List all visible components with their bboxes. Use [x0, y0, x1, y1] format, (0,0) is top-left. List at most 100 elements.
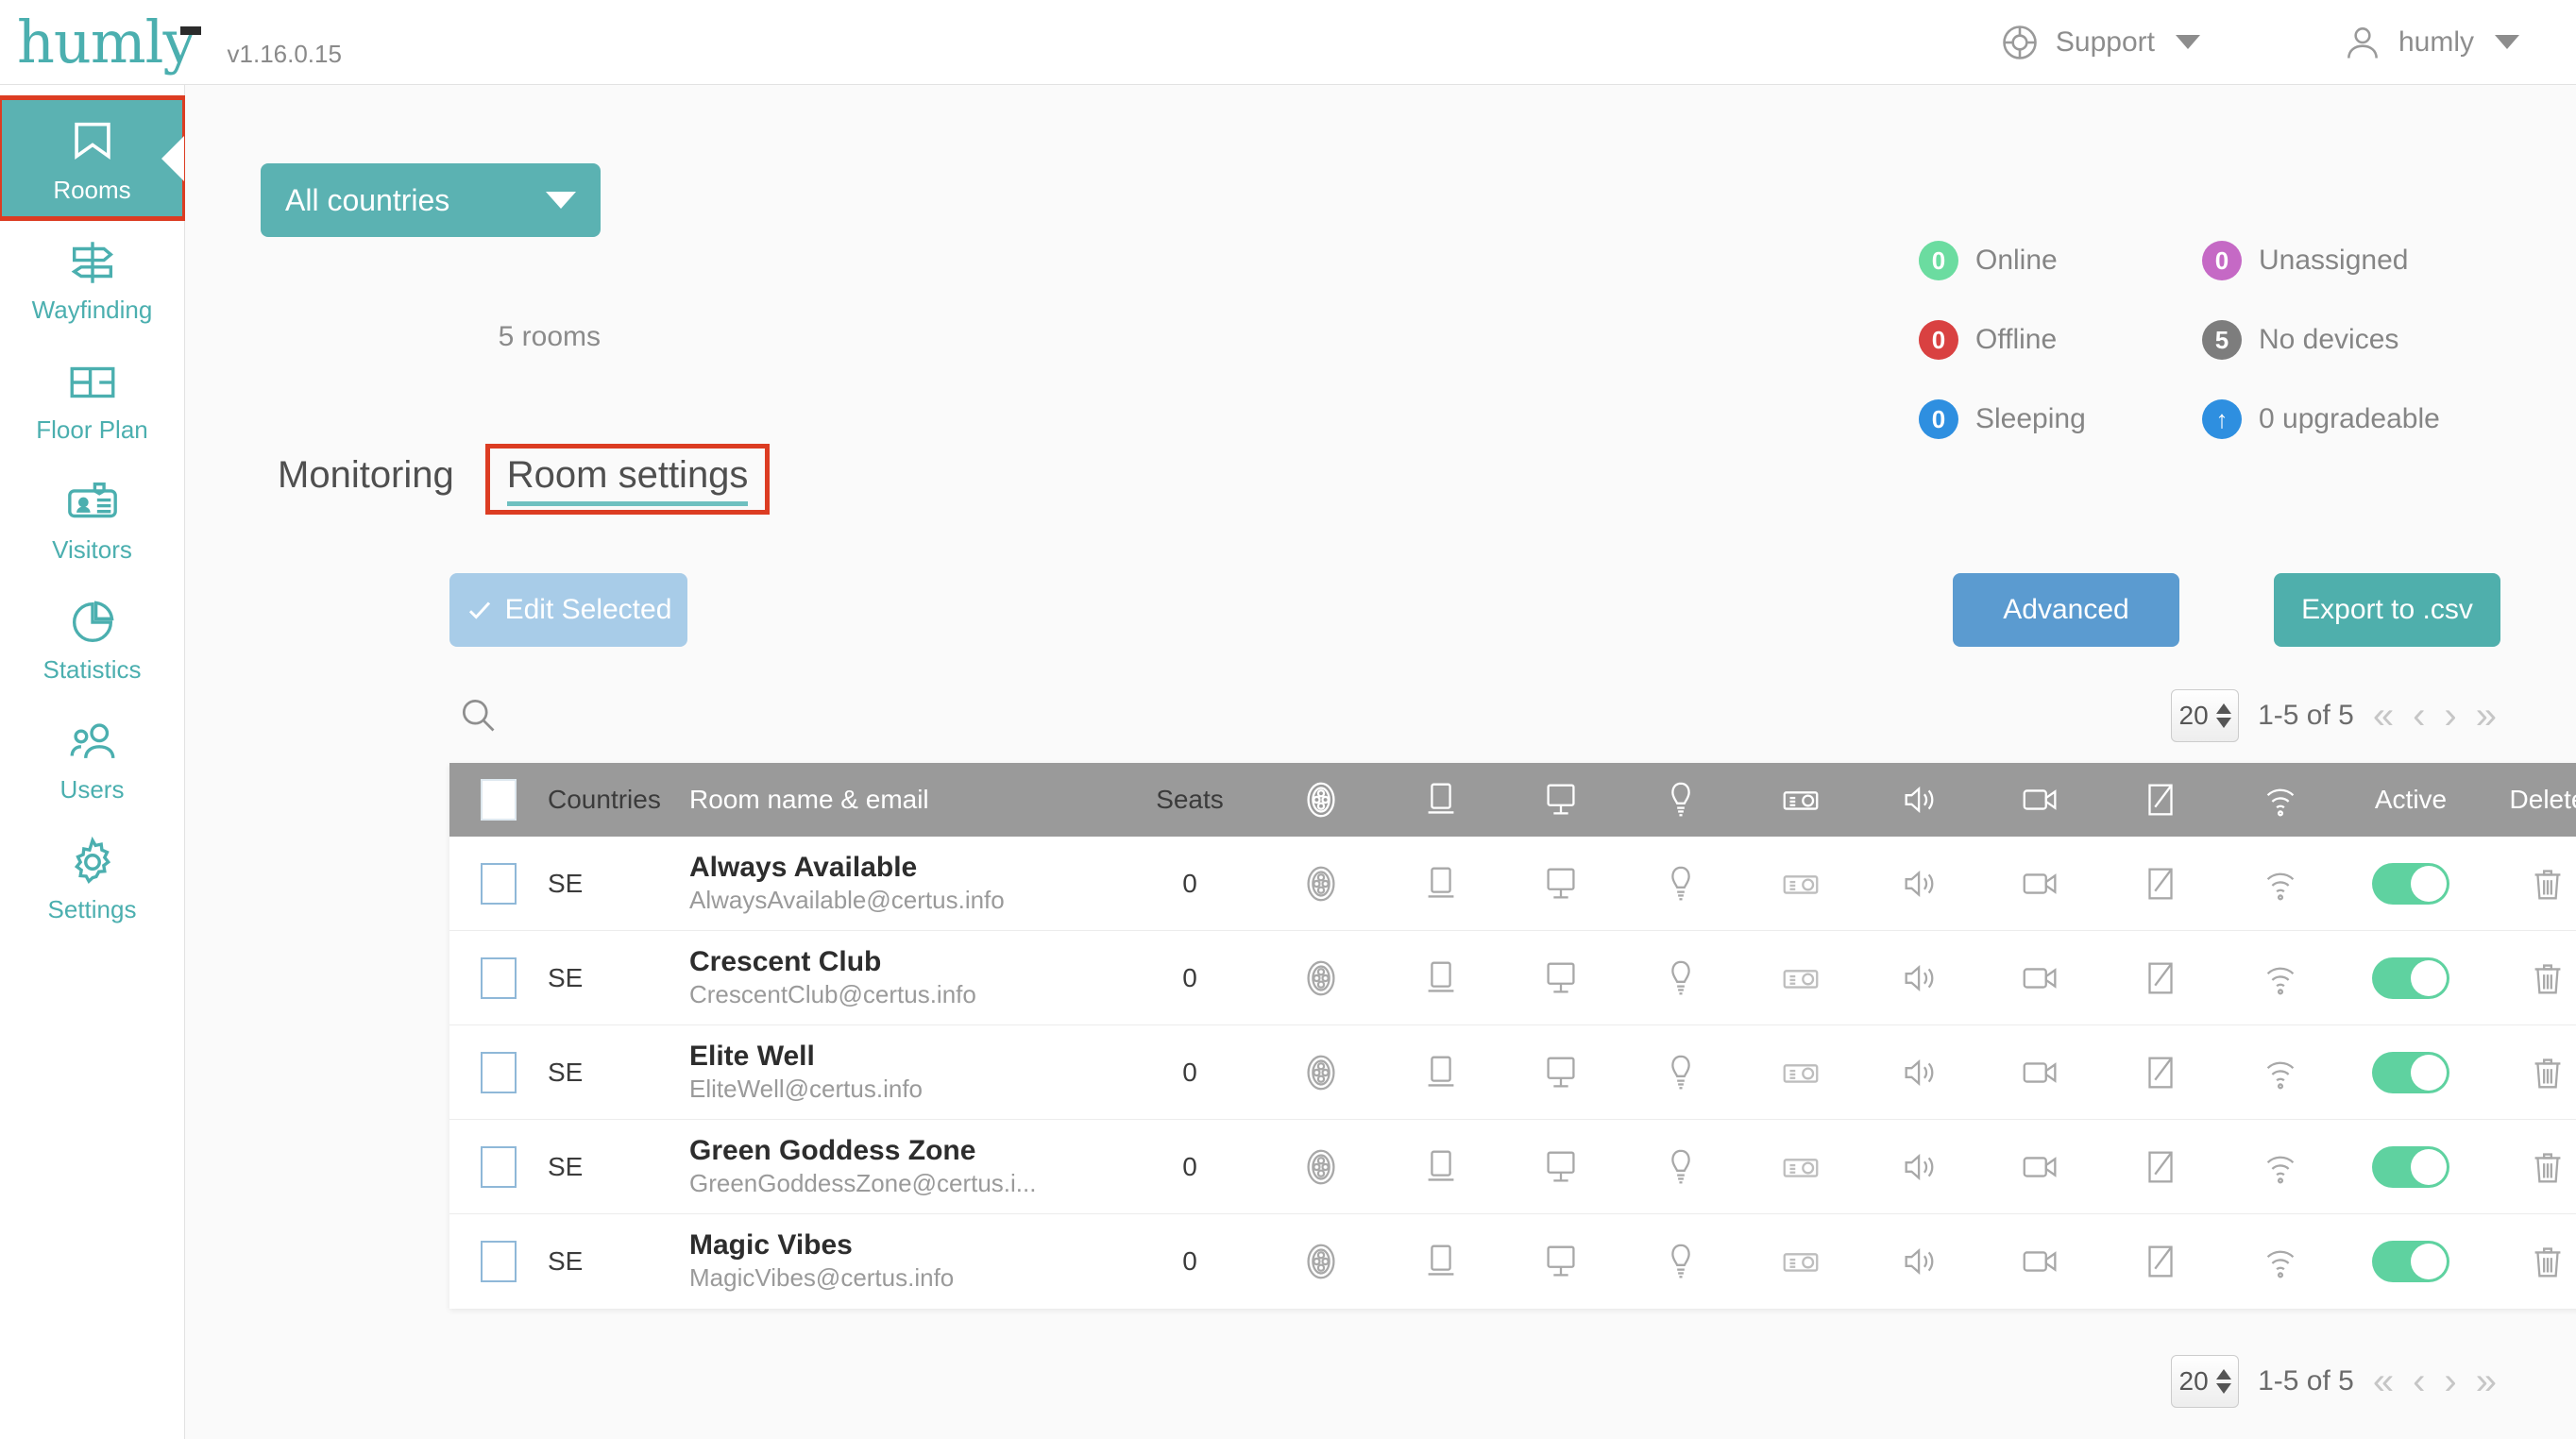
row-checkbox[interactable] — [449, 1241, 548, 1282]
row-monitor-icon[interactable] — [1500, 862, 1620, 906]
sidebar-item-wayfinding[interactable]: Wayfinding — [0, 218, 184, 338]
table-row[interactable]: SE Elite Well EliteWell@certus.info 0 — [449, 1025, 2576, 1120]
row-laptop-icon[interactable] — [1381, 1145, 1500, 1189]
row-wifi-icon[interactable] — [2220, 1240, 2340, 1283]
support-menu[interactable]: Support — [1999, 22, 2200, 63]
row-speaker-icon[interactable] — [1860, 1145, 1980, 1189]
row-whiteboard-icon[interactable] — [2100, 1145, 2220, 1189]
row-lightbulb-icon[interactable] — [1620, 862, 1740, 906]
column-header-delete[interactable]: Delete — [2482, 785, 2576, 815]
row-laptop-icon[interactable] — [1381, 862, 1500, 906]
first-page-button[interactable]: « — [2373, 1363, 2394, 1400]
row-active-toggle[interactable] — [2340, 957, 2482, 999]
last-page-button[interactable]: » — [2476, 1363, 2497, 1400]
row-monitor-icon[interactable] — [1500, 1240, 1620, 1283]
row-whiteboard-icon[interactable] — [2100, 1240, 2220, 1283]
prev-page-button[interactable]: ‹ — [2413, 1363, 2425, 1400]
row-monitor-icon[interactable] — [1500, 1051, 1620, 1094]
row-wheel-icon[interactable] — [1261, 862, 1381, 906]
tab-room-settings[interactable]: Room settings — [484, 444, 771, 515]
row-monitor-icon[interactable] — [1500, 1145, 1620, 1189]
row-videocam-icon[interactable] — [1980, 1051, 2100, 1094]
column-header-speaker-icon[interactable] — [1860, 778, 1980, 821]
tab-monitoring[interactable]: Monitoring — [261, 449, 471, 510]
search-icon[interactable] — [457, 694, 499, 736]
country-filter-dropdown[interactable]: All countries — [261, 163, 601, 237]
table-row[interactable]: SE Always Available AlwaysAvailable@cert… — [449, 837, 2576, 931]
row-videocam-icon[interactable] — [1980, 1240, 2100, 1283]
row-delete-button[interactable] — [2482, 1240, 2576, 1283]
row-laptop-icon[interactable] — [1381, 1240, 1500, 1283]
row-monitor-icon[interactable] — [1500, 957, 1620, 1000]
sidebar-item-statistics[interactable]: Statistics — [0, 578, 184, 698]
row-speaker-icon[interactable] — [1860, 1240, 1980, 1283]
column-header-videocam-icon[interactable] — [1980, 778, 2100, 821]
table-row[interactable]: SE Magic Vibes MagicVibes@certus.info 0 — [449, 1214, 2576, 1309]
next-page-button[interactable]: › — [2444, 1363, 2456, 1400]
row-speaker-icon[interactable] — [1860, 957, 1980, 1000]
column-header-monitor-icon[interactable] — [1500, 778, 1620, 821]
table-row[interactable]: SE Crescent Club CrescentClub@certus.inf… — [449, 931, 2576, 1025]
row-checkbox[interactable] — [449, 1051, 548, 1093]
row-delete-button[interactable] — [2482, 1145, 2576, 1189]
page-size-stepper[interactable]: 20 — [2171, 1355, 2240, 1408]
row-checkbox[interactable] — [449, 957, 548, 999]
row-active-toggle[interactable] — [2340, 862, 2482, 905]
row-camera-icon[interactable] — [1740, 957, 1860, 1000]
column-header-seats[interactable]: Seats — [1119, 785, 1261, 815]
column-header-lightbulb-icon[interactable] — [1620, 778, 1740, 821]
row-delete-button[interactable] — [2482, 957, 2576, 1000]
sidebar-item-rooms[interactable]: Rooms — [0, 95, 187, 221]
page-size-stepper[interactable]: 20 — [2171, 689, 2240, 742]
next-page-button[interactable]: › — [2444, 697, 2456, 735]
sidebar-item-users[interactable]: Users — [0, 698, 184, 818]
row-laptop-icon[interactable] — [1381, 957, 1500, 1000]
row-delete-button[interactable] — [2482, 1051, 2576, 1094]
row-wheel-icon[interactable] — [1261, 1240, 1381, 1283]
row-videocam-icon[interactable] — [1980, 862, 2100, 906]
row-speaker-icon[interactable] — [1860, 1051, 1980, 1094]
row-wheel-icon[interactable] — [1261, 957, 1381, 1000]
row-checkbox[interactable] — [449, 862, 548, 905]
last-page-button[interactable]: » — [2476, 697, 2497, 735]
edit-selected-button[interactable]: Edit Selected — [449, 573, 687, 647]
row-active-toggle[interactable] — [2340, 1145, 2482, 1188]
column-header-countries[interactable]: Countries — [548, 785, 689, 815]
row-wifi-icon[interactable] — [2220, 957, 2340, 1000]
row-wheel-icon[interactable] — [1261, 1051, 1381, 1094]
row-camera-icon[interactable] — [1740, 862, 1860, 906]
row-camera-icon[interactable] — [1740, 1051, 1860, 1094]
prev-page-button[interactable]: ‹ — [2413, 697, 2425, 735]
row-whiteboard-icon[interactable] — [2100, 1051, 2220, 1094]
row-videocam-icon[interactable] — [1980, 1145, 2100, 1189]
row-laptop-icon[interactable] — [1381, 1051, 1500, 1094]
account-menu[interactable]: humly — [2342, 22, 2519, 63]
row-camera-icon[interactable] — [1740, 1240, 1860, 1283]
row-whiteboard-icon[interactable] — [2100, 862, 2220, 906]
row-wifi-icon[interactable] — [2220, 862, 2340, 906]
first-page-button[interactable]: « — [2373, 697, 2394, 735]
row-wifi-icon[interactable] — [2220, 1051, 2340, 1094]
row-camera-icon[interactable] — [1740, 1145, 1860, 1189]
row-delete-button[interactable] — [2482, 862, 2576, 906]
row-checkbox[interactable] — [449, 1145, 548, 1188]
column-header-wheel-icon[interactable] — [1261, 778, 1381, 821]
row-wifi-icon[interactable] — [2220, 1145, 2340, 1189]
row-speaker-icon[interactable] — [1860, 862, 1980, 906]
row-lightbulb-icon[interactable] — [1620, 1145, 1740, 1189]
row-lightbulb-icon[interactable] — [1620, 1240, 1740, 1283]
column-header-whiteboard-icon[interactable] — [2100, 778, 2220, 821]
select-all-checkbox[interactable] — [449, 779, 548, 821]
row-videocam-icon[interactable] — [1980, 957, 2100, 1000]
sidebar-item-floor-plan[interactable]: Floor Plan — [0, 338, 184, 458]
row-active-toggle[interactable] — [2340, 1241, 2482, 1282]
column-header-room-name[interactable]: Room name & email — [689, 785, 1119, 815]
row-lightbulb-icon[interactable] — [1620, 957, 1740, 1000]
table-row[interactable]: SE Green Goddess Zone GreenGoddessZone@c… — [449, 1120, 2576, 1214]
sidebar-item-settings[interactable]: Settings — [0, 818, 184, 938]
advanced-button[interactable]: Advanced — [1953, 573, 2179, 647]
brand-logo[interactable]: humly v1.16.0.15 — [0, 12, 342, 72]
sidebar-item-visitors[interactable]: Visitors — [0, 458, 184, 578]
column-header-active[interactable]: Active — [2340, 785, 2482, 815]
row-lightbulb-icon[interactable] — [1620, 1051, 1740, 1094]
